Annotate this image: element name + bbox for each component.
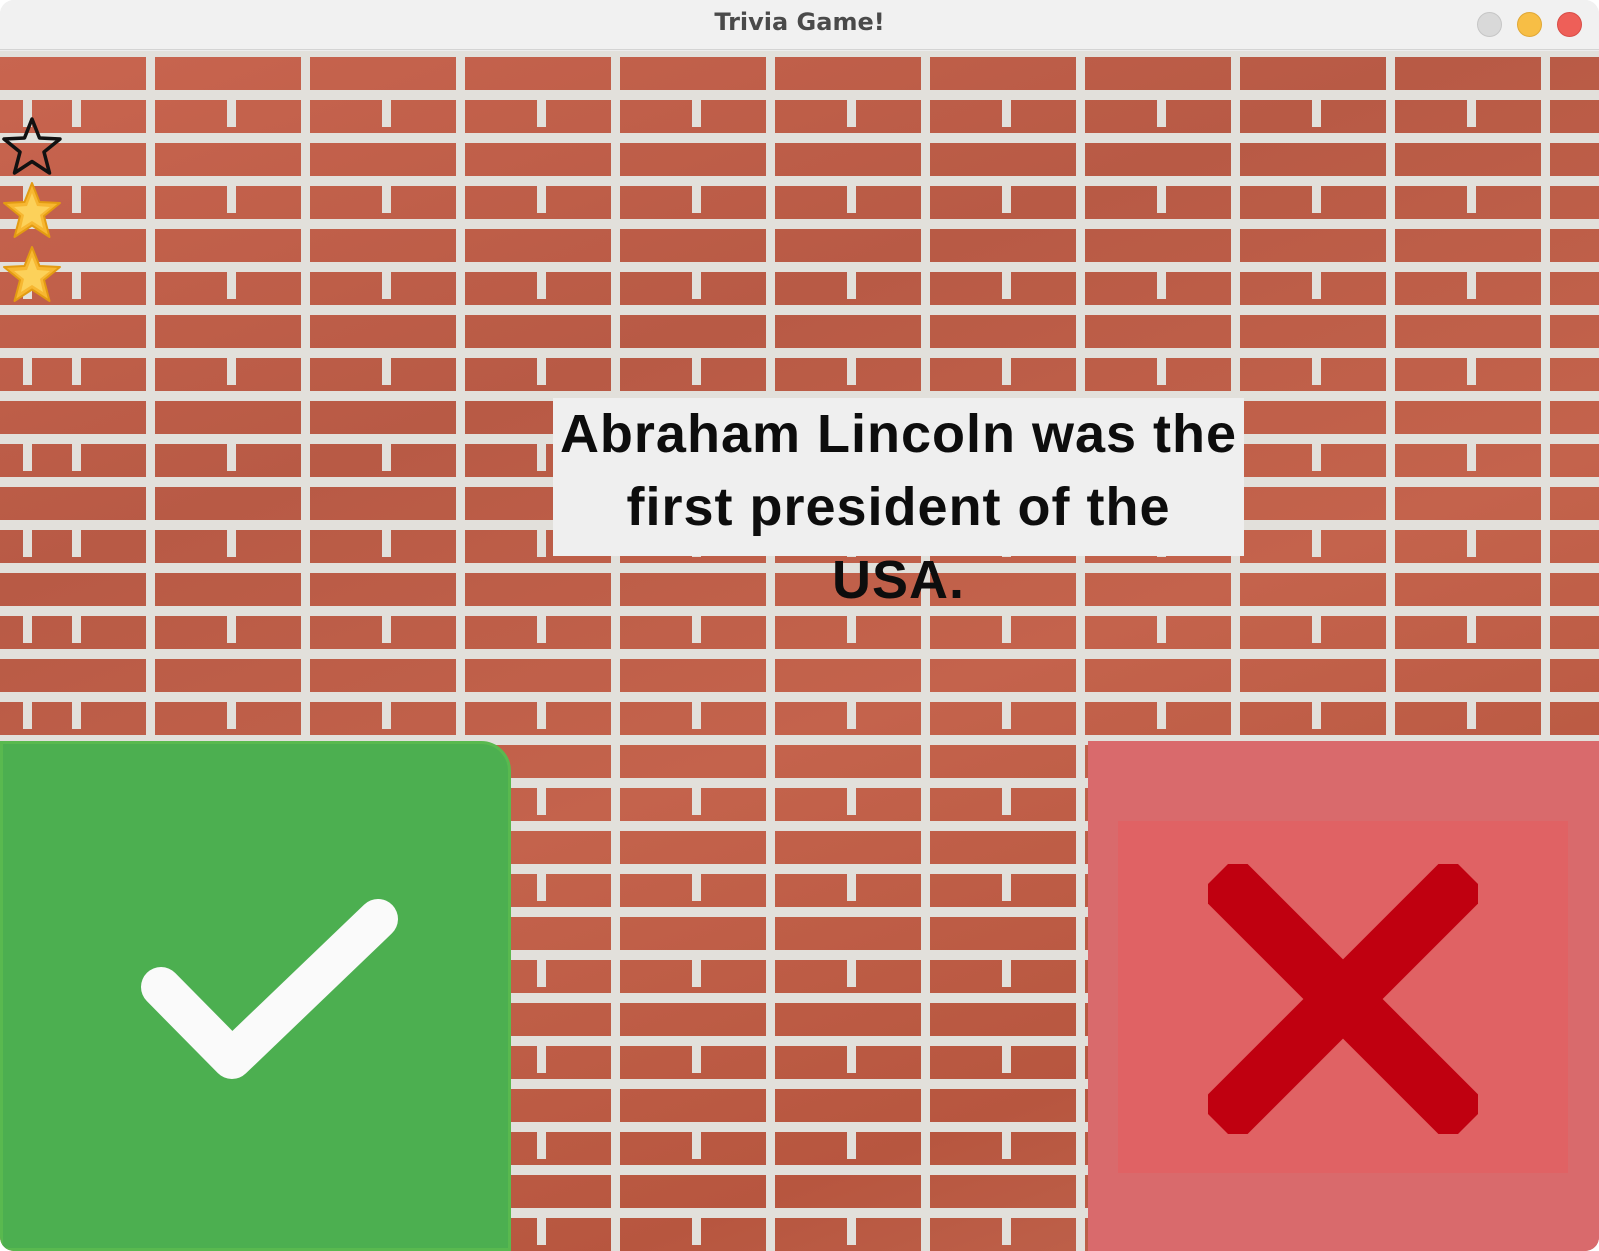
close-button[interactable] xyxy=(1557,12,1582,37)
app-window: Trivia Game! Abraham Lincoln was the fir… xyxy=(0,0,1599,1251)
brick-row-offset xyxy=(0,352,1599,385)
star-filled-icon xyxy=(3,246,61,302)
question-panel: Abraham Lincoln was the first president … xyxy=(553,398,1244,610)
checkmark-icon xyxy=(141,899,398,1079)
brick-row-offset xyxy=(0,180,1599,213)
score-stars xyxy=(0,115,64,307)
x-icon xyxy=(1208,864,1478,1134)
false-answer-inner xyxy=(1118,821,1568,1173)
window-title: Trivia Game! xyxy=(714,8,885,36)
brick-row-offset xyxy=(0,696,1599,729)
star-outline-icon xyxy=(2,117,62,175)
false-answer-button[interactable] xyxy=(1088,741,1599,1251)
brick-row-offset xyxy=(0,94,1599,127)
star-filled-icon xyxy=(3,182,61,238)
minimize-button[interactable] xyxy=(1517,12,1542,37)
question-text: Abraham Lincoln was the first president … xyxy=(559,404,1238,610)
brick-row-offset xyxy=(0,266,1599,299)
true-answer-button[interactable] xyxy=(0,741,511,1251)
zoom-button[interactable] xyxy=(1477,12,1502,37)
title-bar: Trivia Game! xyxy=(0,0,1599,50)
